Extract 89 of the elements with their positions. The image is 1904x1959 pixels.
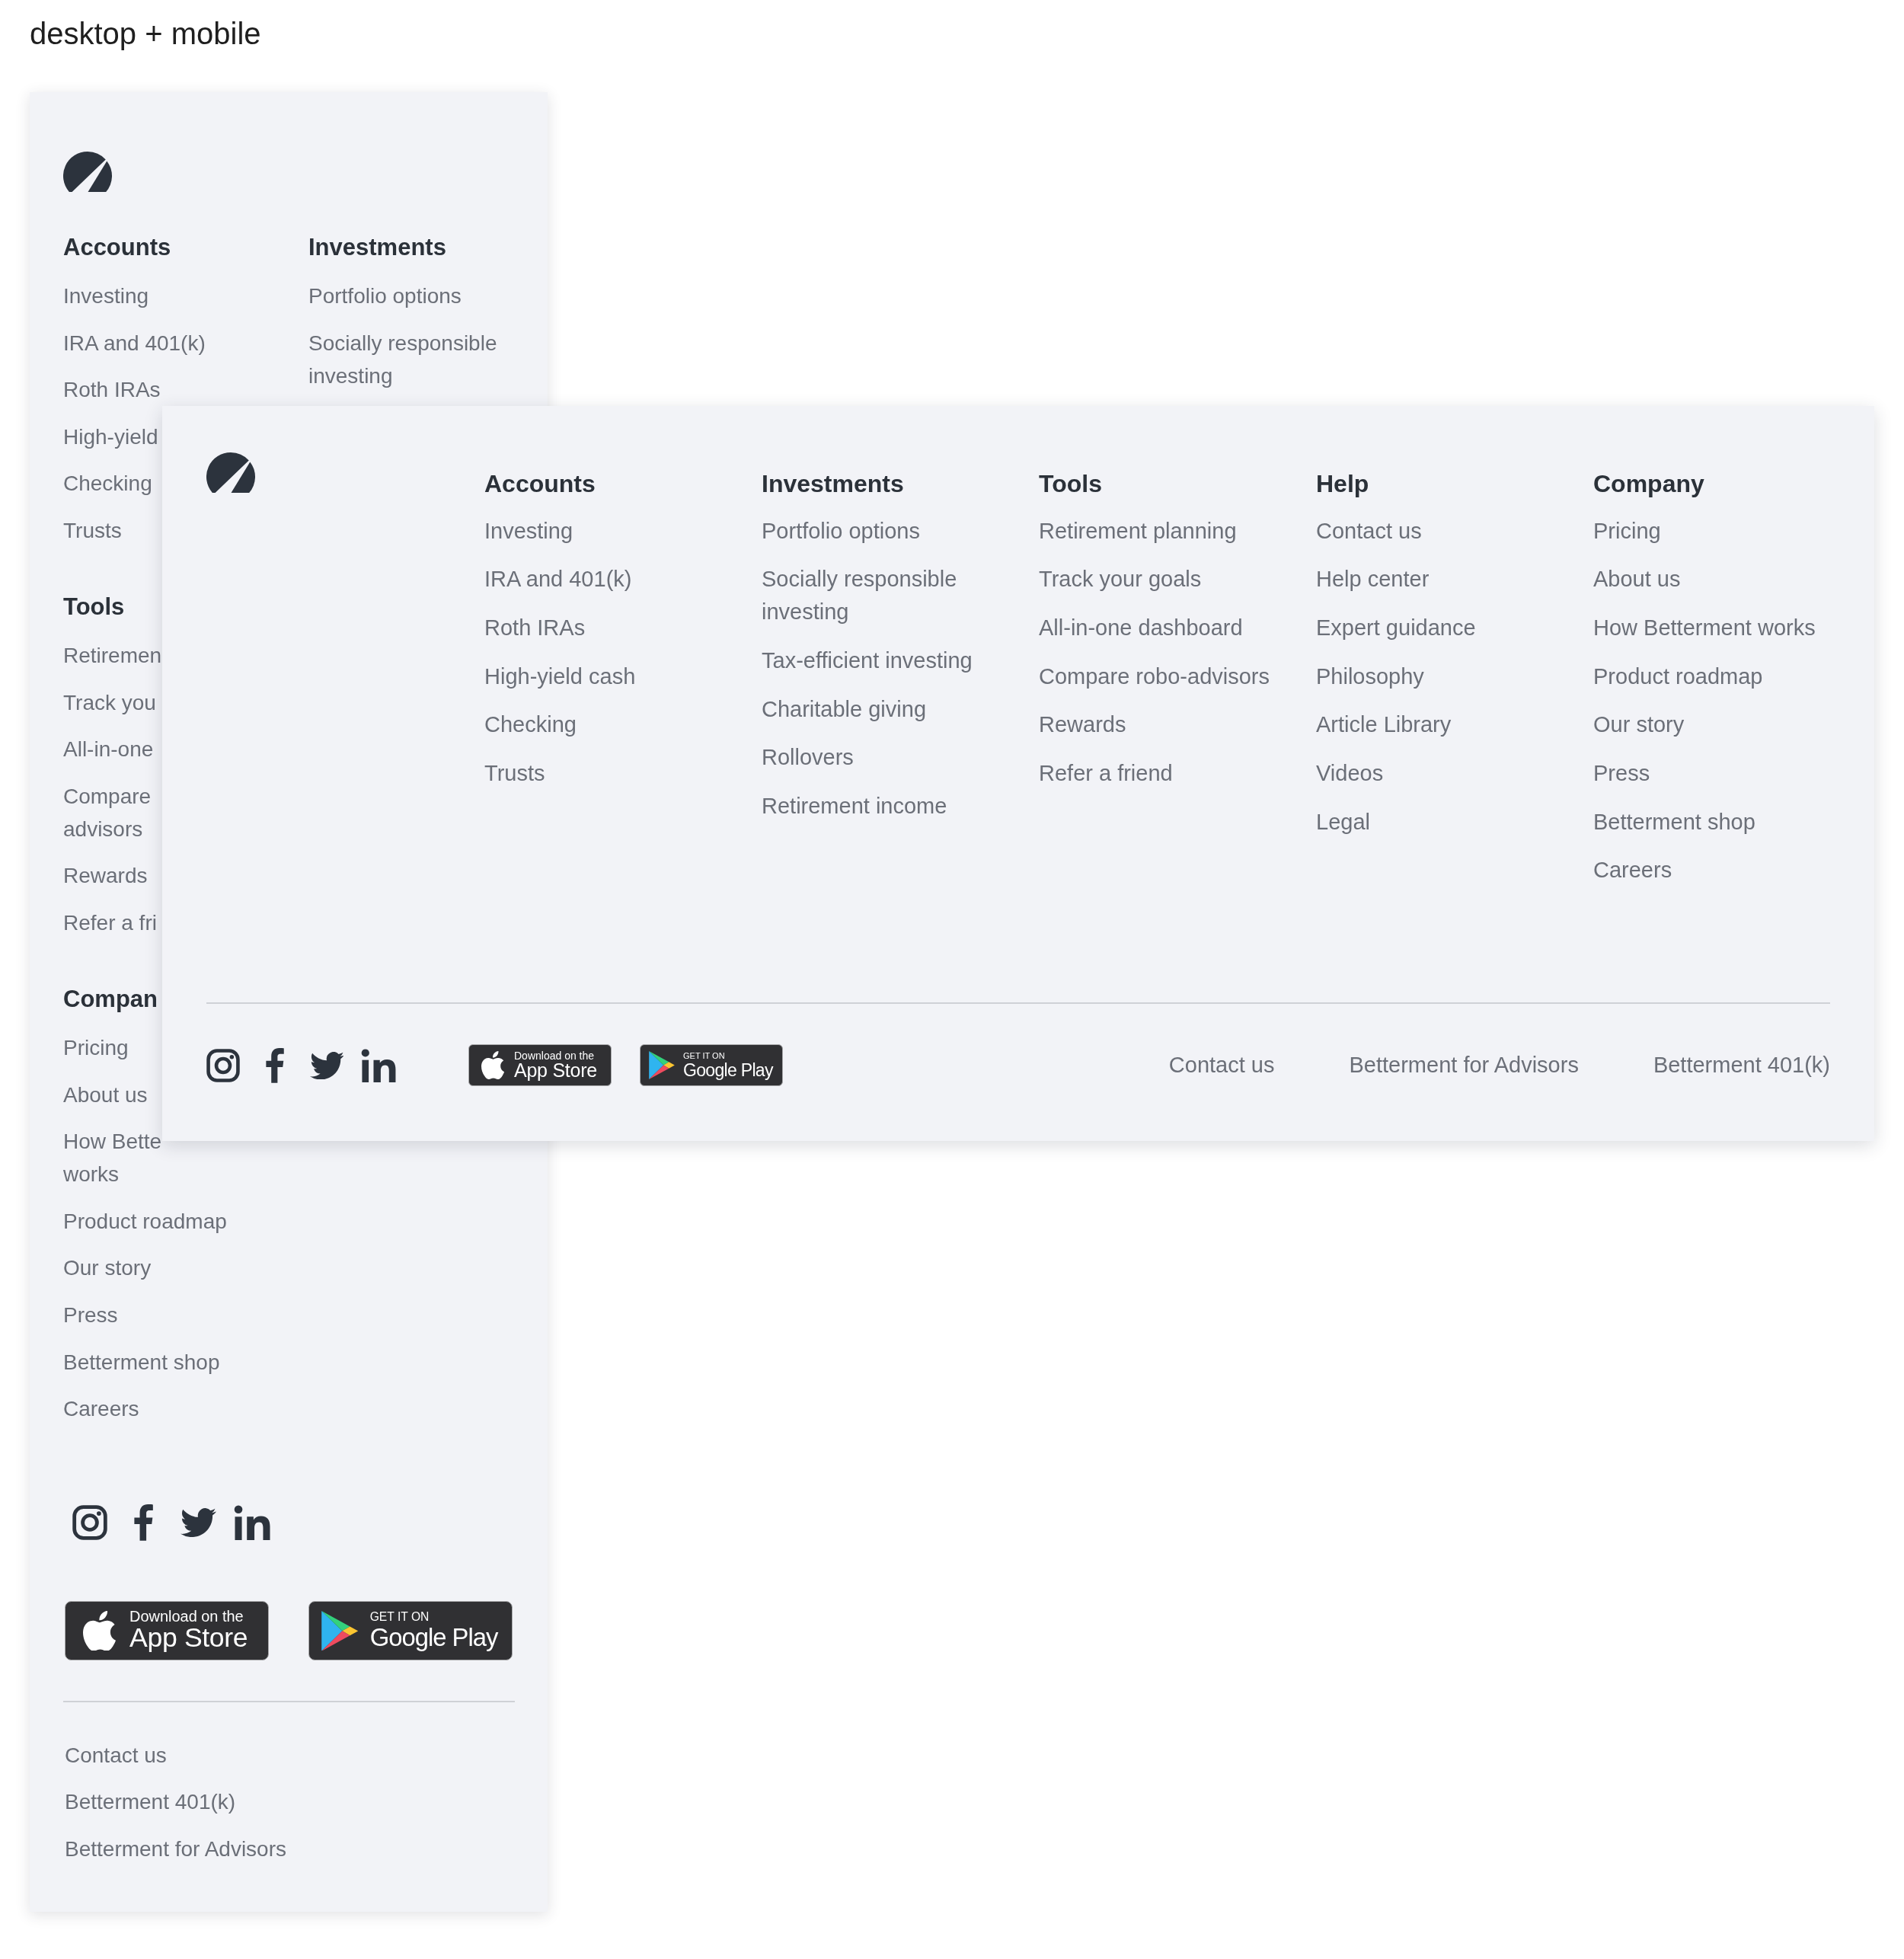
footer-link[interactable]: Expert guidance — [1316, 611, 1476, 644]
facebook-icon[interactable] — [134, 1504, 154, 1541]
footer-link[interactable]: Socially responsible investing — [762, 563, 1039, 629]
linkedin-icon[interactable] — [234, 1505, 271, 1540]
play-icon — [321, 1610, 358, 1651]
instagram-icon[interactable] — [206, 1048, 240, 1082]
footer-link[interactable]: About us — [1593, 563, 1681, 596]
app-store-badge[interactable]: Download on the App Store — [468, 1044, 612, 1087]
footer-link[interactable]: All-in-one — [63, 733, 154, 766]
board-title: desktop + mobile — [30, 16, 261, 51]
footer-link[interactable]: Product roadmap — [63, 1204, 227, 1238]
google-play-badge[interactable]: GET IT ON Google Play — [308, 1600, 513, 1661]
logo-icon[interactable] — [63, 152, 112, 192]
footer-link[interactable]: Rewards — [1039, 708, 1126, 742]
footer-link[interactable]: Refer a friend — [1039, 756, 1173, 790]
twitter-icon[interactable] — [180, 1507, 216, 1538]
footer-link[interactable]: Portfolio options — [308, 280, 462, 312]
apple-icon — [481, 1051, 504, 1080]
footer-link[interactable]: Investing — [484, 514, 573, 548]
footer-link[interactable]: About us — [63, 1078, 148, 1111]
footer-link[interactable]: Retirement income — [762, 789, 947, 823]
app-store-badge[interactable]: Download on the App Store — [65, 1600, 269, 1661]
column-heading: Investments — [308, 233, 446, 262]
footer-link[interactable]: Our story — [1593, 708, 1685, 742]
footer-link[interactable]: IRA and 401(k) — [484, 563, 632, 596]
footer-link[interactable]: Product roadmap — [1593, 660, 1763, 693]
footer-link[interactable]: Article Library — [1316, 708, 1452, 742]
column-heading: Accounts — [63, 233, 171, 262]
footer-link[interactable]: Pricing — [1593, 514, 1661, 548]
footer-link[interactable]: Our story — [63, 1251, 152, 1285]
footer-link[interactable]: Betterment for Advisors — [1349, 1049, 1579, 1082]
footer-link[interactable]: Refer a fri — [63, 906, 157, 939]
instagram-icon[interactable] — [72, 1505, 107, 1540]
footer-link[interactable]: Charitable giving — [762, 692, 926, 726]
column-heading: Investments — [762, 468, 904, 499]
twitter-icon[interactable] — [309, 1051, 344, 1080]
column-heading: Tools — [63, 592, 125, 622]
footer-link[interactable]: High-yield — [63, 420, 158, 453]
footer-link[interactable]: Roth IRAs — [63, 373, 161, 407]
footer-link[interactable]: Track you — [63, 685, 156, 719]
footer-link[interactable]: Philosophy — [1316, 660, 1424, 693]
footer-link[interactable]: Contact us — [65, 1738, 167, 1772]
footer-link[interactable]: Careers — [1593, 854, 1672, 887]
footer-link[interactable]: How Betterment works — [1593, 611, 1816, 644]
column-heading: Compan — [63, 984, 158, 1014]
footer-link[interactable]: Checking — [63, 467, 152, 500]
footer-link[interactable]: Betterment shop — [63, 1345, 220, 1379]
footer-link[interactable]: Betterment shop — [1593, 805, 1755, 839]
play-icon — [649, 1051, 675, 1080]
footer-link[interactable]: Compare robo-advisors — [1039, 660, 1270, 693]
footer-link[interactable]: Betterment for Advisors — [65, 1833, 286, 1865]
footer-link[interactable]: Pricing — [63, 1031, 129, 1064]
apple-icon — [82, 1610, 116, 1651]
footer-link[interactable]: Careers — [63, 1392, 139, 1426]
footer-link[interactable]: Contact us — [1168, 1049, 1275, 1082]
column-heading: Tools — [1039, 468, 1102, 499]
footer-link[interactable]: Retiremen — [63, 638, 162, 672]
column-heading: Help — [1316, 468, 1369, 499]
footer-link[interactable]: Press — [63, 1298, 118, 1331]
footer-link[interactable]: Investing — [63, 280, 149, 312]
footer-link[interactable]: Trusts — [484, 756, 545, 790]
footer-link[interactable]: Legal — [1316, 805, 1370, 839]
footer-link[interactable]: Videos — [1316, 756, 1384, 790]
logo-icon[interactable] — [206, 452, 255, 493]
footer-link[interactable]: Portfolio options — [762, 514, 920, 548]
footer-link[interactable]: Betterment 401(k) — [65, 1785, 236, 1819]
linkedin-icon[interactable] — [361, 1048, 396, 1082]
footer-link[interactable]: Betterment 401(k) — [1653, 1049, 1830, 1082]
column-heading: Accounts — [484, 468, 596, 499]
footer-link[interactable]: High-yield cash — [484, 660, 636, 693]
facebook-icon[interactable] — [265, 1047, 284, 1083]
footer-link[interactable]: Compare advisors — [63, 779, 152, 845]
footer-link[interactable]: Retirement planning — [1039, 514, 1237, 548]
footer-link[interactable]: Rewards — [63, 859, 148, 893]
footer-link[interactable]: Roth IRAs — [484, 611, 586, 644]
footer-link[interactable]: Rollovers — [762, 741, 854, 775]
footer-link[interactable]: How Bette works — [63, 1125, 162, 1191]
footer-link[interactable]: Socially responsible investing — [308, 326, 515, 392]
footer-link[interactable]: All-in-one dashboard — [1039, 611, 1243, 644]
footer-link[interactable]: Tax-efficient investing — [762, 644, 973, 677]
google-play-badge[interactable]: GET IT ON Google Play — [640, 1044, 783, 1087]
footer-link[interactable]: Trusts — [63, 513, 122, 547]
footer-link[interactable]: Press — [1593, 756, 1650, 790]
footer-link[interactable]: Contact us — [1316, 514, 1422, 548]
footer-link[interactable]: IRA and 401(k) — [63, 326, 206, 360]
footer-link[interactable]: Help center — [1316, 563, 1430, 596]
column-heading: Company — [1593, 468, 1704, 499]
footer-link[interactable]: Track your goals — [1039, 563, 1202, 596]
footer-link[interactable]: Checking — [484, 708, 577, 742]
